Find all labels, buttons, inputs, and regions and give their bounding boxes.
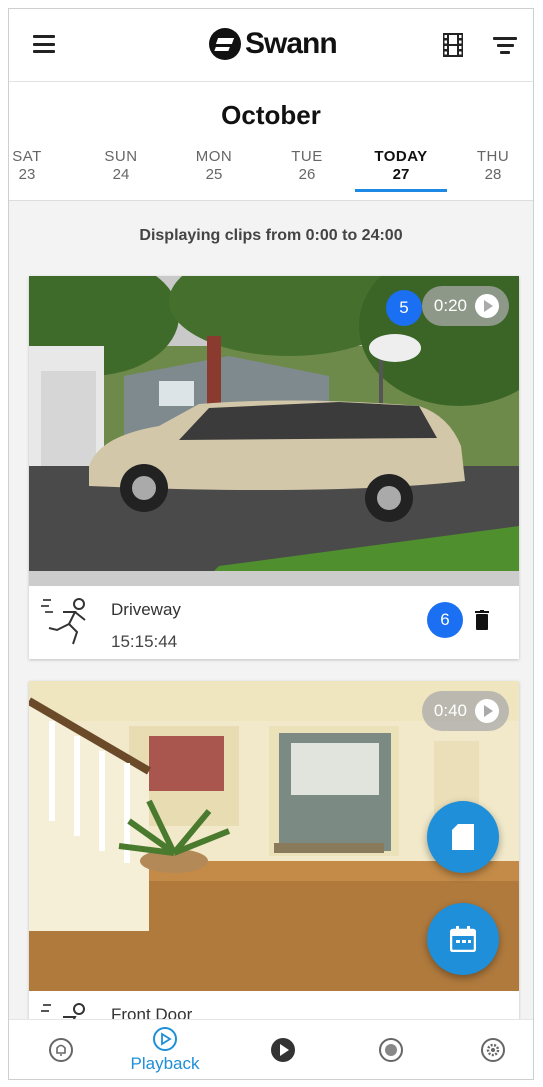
callout-badge: 6 <box>427 602 463 638</box>
alert-bell-icon <box>49 1038 73 1062</box>
trash-icon[interactable] <box>475 610 489 630</box>
day-sun[interactable]: SUN 24 <box>81 148 161 184</box>
clip-range-caption: Displaying clips from 0:00 to 24:00 <box>139 227 403 244</box>
day-name: TUE <box>291 148 323 165</box>
day-mon[interactable]: MON 25 <box>174 148 254 184</box>
selected-day-indicator <box>355 189 447 192</box>
clip-duration-button[interactable]: 0:20 <box>421 286 509 326</box>
nav-playback[interactable]: Playback <box>113 1020 217 1079</box>
playback-icon <box>153 1027 177 1051</box>
nav-playback-label: Playback <box>130 1054 200 1073</box>
top-bar: Swann <box>9 9 533 82</box>
day-number: 24 <box>112 166 130 183</box>
hamburger-menu-icon[interactable] <box>33 35 55 53</box>
day-name: SUN <box>104 148 138 165</box>
clip-info: Driveway 15:15:44 6 <box>29 586 519 659</box>
day-thu[interactable]: THU 28 <box>453 148 533 184</box>
swann-logo: Swann <box>209 25 338 63</box>
clip-duration-button[interactable]: 0:40 <box>421 691 509 731</box>
nav-globe[interactable] <box>339 1020 443 1079</box>
day-name: THU <box>476 148 510 165</box>
sd-card-icon <box>452 824 474 850</box>
bottom-navigation: Playback <box>9 1019 533 1079</box>
nav-alerts[interactable] <box>9 1020 113 1079</box>
play-icon <box>475 294 499 318</box>
nav-settings[interactable] <box>441 1020 533 1079</box>
settings-gear-icon <box>481 1038 505 1062</box>
callout-badge: 5 <box>386 290 422 326</box>
play-icon <box>475 699 499 723</box>
day-number: 25 <box>205 166 223 183</box>
clip-duration: 0:40 <box>433 701 467 720</box>
month-title: October <box>221 100 321 130</box>
day-number: 26 <box>298 166 316 183</box>
swann-logo-mark-icon <box>209 28 241 60</box>
app-frame: Swann October SAT 23 SUN 24 MON 25 TUE 2… <box>8 8 534 1080</box>
day-today[interactable]: TODAY 27 <box>361 148 441 184</box>
day-sat[interactable]: SAT 23 <box>9 148 67 184</box>
live-play-icon <box>271 1038 295 1062</box>
day-number: 27 <box>392 166 410 183</box>
day-number: 28 <box>484 166 502 183</box>
camera-name: Driveway <box>111 600 181 619</box>
filter-icon[interactable] <box>493 37 517 55</box>
day-name: TODAY <box>374 148 428 165</box>
day-number: 23 <box>18 166 36 183</box>
nav-live[interactable] <box>231 1020 335 1079</box>
motion-detection-icon <box>41 598 86 645</box>
day-name: SAT <box>12 148 42 165</box>
clip-duration: 0:20 <box>433 296 467 315</box>
date-selector: October SAT 23 SUN 24 MON 25 TUE 26 TODA… <box>9 82 533 201</box>
logo-text: Swann <box>245 27 338 60</box>
calendar-icon <box>450 926 476 952</box>
sd-card-button[interactable] <box>427 801 499 873</box>
day-tue[interactable]: TUE 26 <box>267 148 347 184</box>
clip-timestamp: 15:15:44 <box>111 632 178 651</box>
globe-icon <box>379 1038 403 1062</box>
clip-card[interactable]: 0:20 5 Driveway 15:15:44 6 <box>29 276 519 659</box>
day-name: MON <box>195 148 233 165</box>
film-strip-icon[interactable] <box>443 33 463 57</box>
calendar-button[interactable] <box>427 903 499 975</box>
